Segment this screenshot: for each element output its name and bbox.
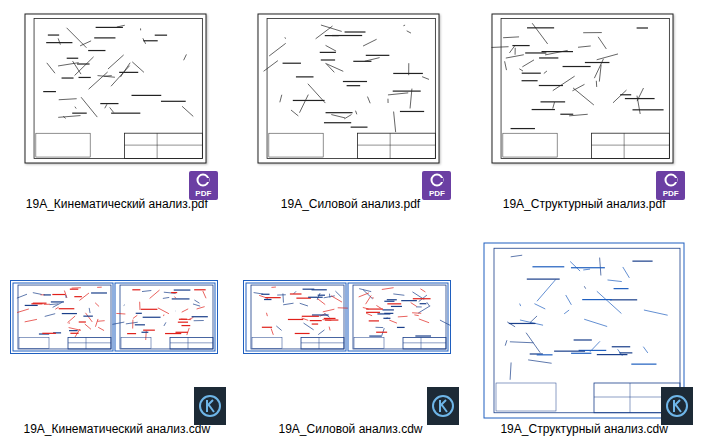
kompas-badge [194, 387, 226, 425]
kompas-logo-icon [198, 394, 222, 418]
kompas-badge [661, 387, 693, 425]
pdf-label: PDF [663, 190, 679, 198]
file-item[interactable]: 19A_Структурный анализ.cdw [467, 235, 701, 437]
file-name[interactable]: 19A_Структурный анализ.pdf [503, 196, 666, 212]
drawing-thumbnail [491, 13, 675, 165]
file-preview: PDF [235, 10, 465, 194]
file-name[interactable]: 19A_Структурный анализ.cdw [500, 421, 667, 437]
drawing-thumbnail [24, 13, 208, 165]
file-item[interactable]: 19A_Силовой анализ.cdw [234, 235, 468, 437]
file-grid: PDF19A_Кинематический анализ.pdfPDF19A_С… [0, 0, 701, 437]
pdf-badge: PDF [656, 171, 685, 200]
pdf-badge: PDF [422, 171, 451, 200]
drawing-thumbnail [243, 280, 451, 354]
drawing-thumbnail [10, 280, 218, 354]
kompas-logo-icon [431, 394, 455, 418]
file-preview [469, 235, 699, 419]
file-item[interactable]: PDF 19A_Силовой анализ.pdf [234, 10, 468, 212]
drawing-thumbnail [257, 13, 441, 165]
pdf-label: PDF [195, 190, 211, 198]
file-name[interactable]: 19A_Силовой анализ.cdw [278, 421, 422, 437]
acrobat-icon [664, 173, 678, 187]
pdf-badge: PDF [189, 171, 218, 200]
file-preview [235, 235, 465, 419]
file-name[interactable]: 19A_Силовой анализ.pdf [281, 196, 420, 212]
file-item[interactable]: PDF19A_Кинематический анализ.pdf [0, 10, 234, 212]
kompas-badge [427, 387, 459, 425]
acrobat-icon [430, 173, 444, 187]
file-preview: PDF [2, 10, 232, 194]
kompas-logo-icon [665, 394, 689, 418]
file-name[interactable]: 19A_Кинематический анализ.cdw [24, 421, 211, 437]
file-item[interactable]: PDF19A_Структурный анализ.pdf [467, 10, 701, 212]
acrobat-icon [196, 173, 210, 187]
file-item[interactable]: 19A_Кинематический анализ.cdw [0, 235, 234, 437]
file-name[interactable]: 19A_Кинематический анализ.pdf [26, 196, 208, 212]
file-preview [2, 235, 232, 419]
file-preview: PDF [469, 10, 699, 194]
drawing-thumbnail [483, 242, 685, 419]
pdf-label: PDF [429, 190, 445, 198]
